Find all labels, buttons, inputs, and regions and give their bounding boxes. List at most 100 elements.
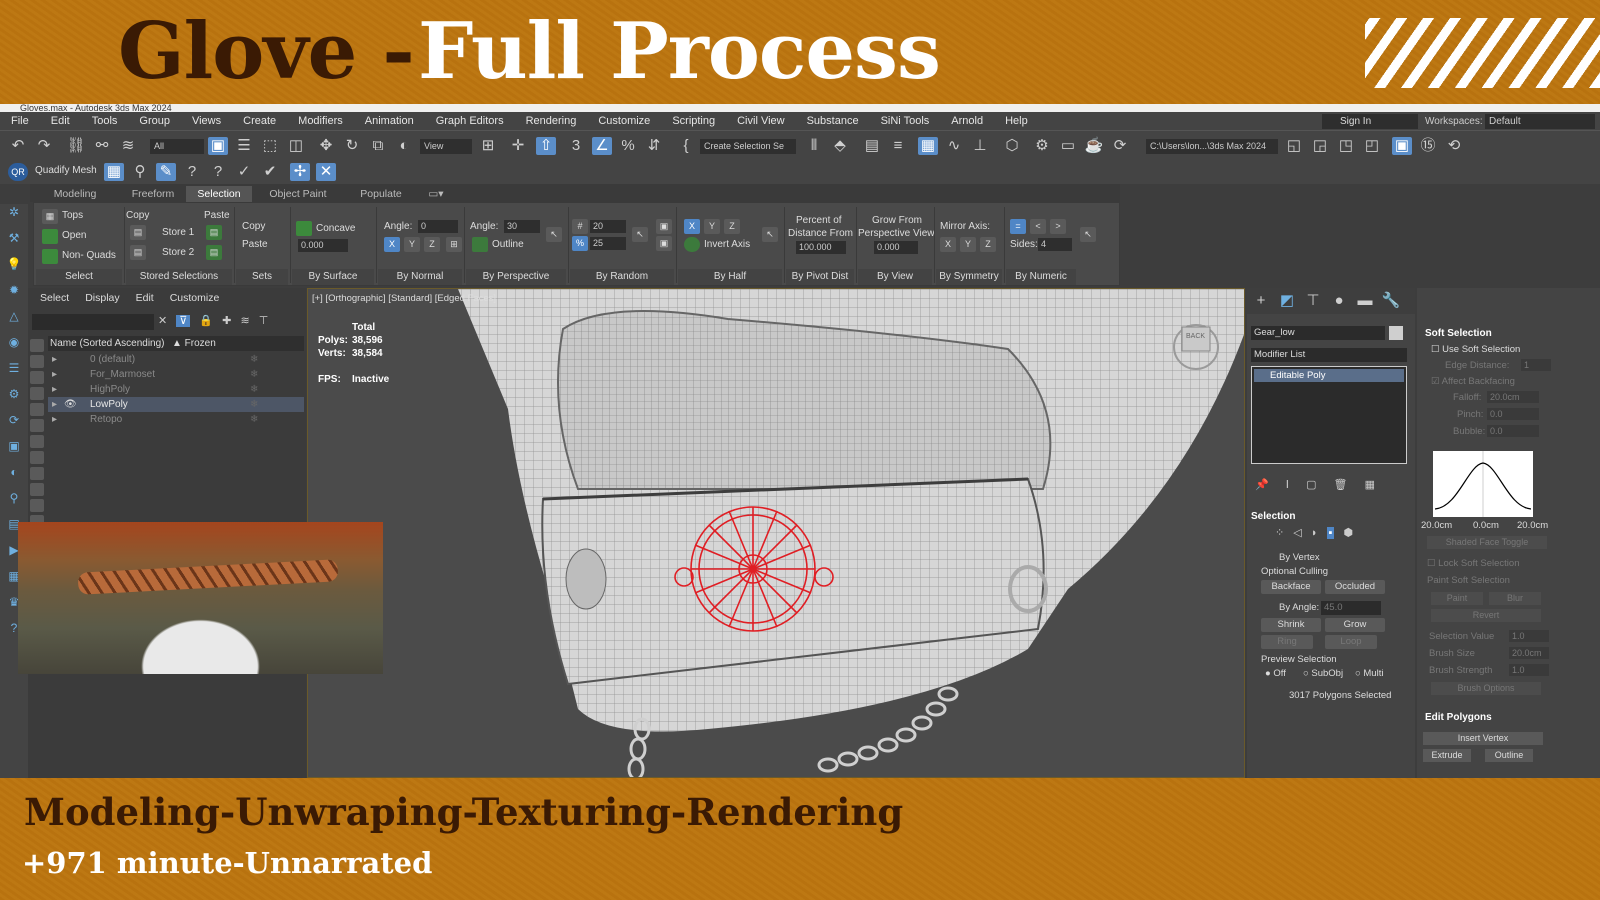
numeric-equal-icon[interactable]: = xyxy=(1010,219,1026,234)
layer-row-selected[interactable]: ▸ 👁 LowPoly ❄ xyxy=(48,397,304,412)
remove-modifier-icon[interactable]: 🗑 xyxy=(1334,479,1348,491)
workspaces-selector[interactable]: Workspaces: Default xyxy=(1425,114,1600,129)
display-groups-icon[interactable] xyxy=(30,451,44,464)
half-pick-icon[interactable]: ↖ xyxy=(762,227,778,242)
menu-rendering[interactable]: Rendering xyxy=(515,115,588,127)
normal-axis-z[interactable]: Z xyxy=(424,237,440,252)
menu-edit[interactable]: Edit xyxy=(40,115,81,127)
mirror-icon[interactable]: ⫴ xyxy=(804,137,824,155)
shrink-button[interactable]: Shrink xyxy=(1261,618,1321,632)
freeze-icon[interactable]: ❄ xyxy=(250,352,258,367)
polygon-mode-icon[interactable]: ▪ xyxy=(1326,527,1335,539)
spinner-snap-icon[interactable]: ⇵ xyxy=(644,137,664,155)
explorer-menu-customize[interactable]: Customize xyxy=(170,292,220,304)
hierarchy-tab-icon[interactable]: ⊤ xyxy=(1303,292,1323,310)
layer-row[interactable]: ▸ Retopo ❄ xyxy=(48,412,304,427)
preview-multi-radio[interactable]: ○ Multi xyxy=(1355,668,1383,679)
object-name-field[interactable]: Gear_low xyxy=(1251,326,1385,340)
visibility-eye-icon[interactable]: 👁 xyxy=(64,397,77,412)
rendered-frame-icon[interactable]: ▭ xyxy=(1058,137,1078,155)
soft-selection-title[interactable]: Soft Selection xyxy=(1425,328,1492,339)
vertex-mode-icon[interactable]: ⁘ xyxy=(1275,527,1284,539)
paint-button[interactable]: Paint xyxy=(1431,592,1483,605)
save-scene-icon[interactable]: ▣ xyxy=(1392,137,1412,155)
normal-angle-field[interactable]: 0 xyxy=(418,220,458,233)
tab-freeform[interactable]: Freeform xyxy=(120,186,186,202)
viewport-orthographic[interactable]: [+] [Orthographic] [Standard] [Edged Fac… xyxy=(307,288,1245,778)
percent-snap-icon[interactable]: % xyxy=(618,137,638,155)
select-by-name-icon[interactable]: ☰ xyxy=(234,137,254,155)
mirror-axis-y[interactable]: Y xyxy=(960,237,976,252)
pin-tool-icon[interactable]: ⚲ xyxy=(130,163,150,181)
tab-object-paint[interactable]: Object Paint xyxy=(260,186,336,202)
reference-coordinate-dropdown[interactable]: View xyxy=(420,139,472,154)
add-layer-icon[interactable]: ✚ xyxy=(222,315,231,327)
pin-stack-icon[interactable]: 📌 xyxy=(1255,479,1269,491)
display-lights-icon[interactable] xyxy=(30,387,44,400)
normal-axis-x[interactable]: X xyxy=(384,237,400,252)
utilities-icon[interactable]: ◐ xyxy=(5,464,23,480)
toggle-scene-explorer-icon[interactable]: ▤ xyxy=(862,137,882,155)
display-cameras-icon[interactable] xyxy=(30,403,44,416)
shapes-icon[interactable]: △ xyxy=(5,308,23,324)
relax-tool-icon[interactable]: ✢ xyxy=(290,163,310,181)
edit-polygons-title[interactable]: Edit Polygons xyxy=(1425,712,1492,723)
quad-remesher-badge[interactable]: QR xyxy=(8,163,28,181)
expand-icon[interactable]: ▸ xyxy=(52,382,57,397)
question-tool-2-icon[interactable]: ? xyxy=(208,163,228,181)
normal-axis-y[interactable]: Y xyxy=(404,237,420,252)
selection-value-field[interactable]: 1.0 xyxy=(1509,630,1549,642)
window-crossing-icon[interactable]: ◫ xyxy=(286,137,306,155)
tops-button[interactable]: Tops xyxy=(62,210,83,221)
menu-file[interactable]: File xyxy=(0,115,40,127)
column-name[interactable]: Name (Sorted Ascending) xyxy=(50,336,165,351)
lights-icon[interactable]: 💡 xyxy=(5,256,23,272)
random-deselect-icon[interactable]: ▣ xyxy=(656,236,672,251)
border-mode-icon[interactable]: ◗ xyxy=(1311,527,1318,539)
rect-selection-icon[interactable]: ⬚ xyxy=(260,137,280,155)
sign-in-button[interactable]: Sign In xyxy=(1322,114,1418,129)
outline-button[interactable]: Outline xyxy=(1485,749,1533,762)
expand-icon[interactable]: ▸ xyxy=(52,397,57,412)
perspective-pick-icon[interactable]: ↖ xyxy=(546,227,562,242)
view-grow-field[interactable]: 0.000 xyxy=(874,241,918,254)
create-icon[interactable]: ✲ xyxy=(5,204,23,220)
modifier-list-dropdown[interactable]: Modifier List xyxy=(1251,348,1407,362)
menu-graph-editors[interactable]: Graph Editors xyxy=(425,115,515,127)
render-setup-icon[interactable]: ⚙ xyxy=(1032,137,1052,155)
create-tab-icon[interactable]: + xyxy=(1251,292,1271,310)
freeze-icon[interactable]: ❄ xyxy=(250,397,258,412)
freeze-icon[interactable]: ❄ xyxy=(250,367,258,382)
motion-icon[interactable]: ⟳ xyxy=(5,412,23,428)
sets-copy-button[interactable]: Copy xyxy=(242,221,265,232)
display-warps-icon[interactable] xyxy=(30,435,44,448)
placement-icon[interactable]: ◐ xyxy=(394,137,414,155)
bubble-field[interactable]: 0.0 xyxy=(1487,425,1539,437)
column-frozen[interactable]: ▲ Frozen xyxy=(172,336,216,351)
viewport-label[interactable]: [+] [Orthographic] [Standard] [Edged Fac… xyxy=(312,293,496,304)
layer-hide-icon[interactable]: ◳ xyxy=(1336,137,1356,155)
normal-invert-icon[interactable]: ⊞ xyxy=(446,237,462,252)
rotate-icon[interactable]: ↻ xyxy=(342,137,362,155)
edge-mode-icon[interactable]: ◁ xyxy=(1293,527,1301,539)
surface-value-field[interactable]: 0.000 xyxy=(298,239,348,252)
layer-freeze-icon[interactable]: ◰ xyxy=(1362,137,1382,155)
filter-icon[interactable]: ⊽ xyxy=(176,315,191,327)
edge-distance-field[interactable]: 1 xyxy=(1521,359,1551,371)
display-geometry-icon[interactable] xyxy=(30,355,44,368)
menu-tools[interactable]: Tools xyxy=(81,115,129,127)
show-end-result-icon[interactable]: Ⅰ xyxy=(1286,479,1289,491)
by-vertex-checkbox[interactable]: By Vertex xyxy=(1279,552,1320,563)
extrude-button[interactable]: Extrude xyxy=(1423,749,1471,762)
pivot-center-icon[interactable]: ⊞ xyxy=(478,137,498,155)
sync-icon[interactable]: ⟲ xyxy=(1444,137,1464,155)
random-percent-field[interactable]: 25 xyxy=(590,237,626,250)
expand-icon[interactable]: ▸ xyxy=(52,412,57,427)
display-tab-icon[interactable]: ▬ xyxy=(1355,292,1375,310)
menu-substance[interactable]: Substance xyxy=(796,115,870,127)
brush-options-button[interactable]: Brush Options xyxy=(1431,682,1541,695)
brush-strength-field[interactable]: 1.0 xyxy=(1509,664,1549,676)
store1-paste-icon[interactable]: ▤ xyxy=(206,225,222,240)
layers-icon[interactable]: ≋ xyxy=(240,315,249,327)
clear-search-icon[interactable]: ✕ xyxy=(158,315,167,327)
